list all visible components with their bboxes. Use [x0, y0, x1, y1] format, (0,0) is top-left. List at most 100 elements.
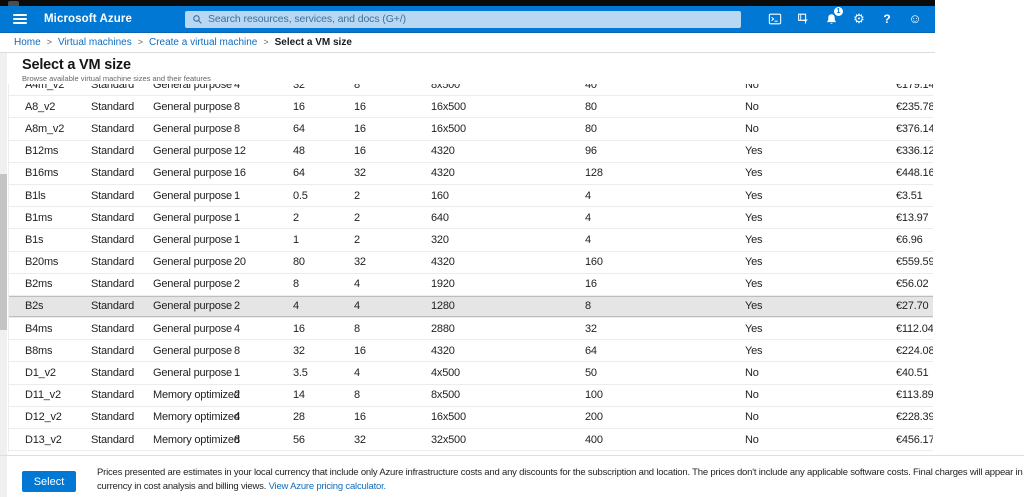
temp-storage-cell: 50	[585, 367, 597, 379]
premium-disk-cell: Yes	[745, 278, 762, 290]
family-cell: General purpose	[153, 300, 232, 312]
directory-filter-icon[interactable]	[796, 11, 810, 27]
breadcrumb-item-virtual-machines[interactable]: Virtual machines	[58, 37, 132, 48]
brand-title[interactable]: Microsoft Azure	[44, 12, 132, 26]
family-cell: General purpose	[153, 101, 232, 113]
table-row[interactable]: D13_v2StandardMemory optimized8563232x50…	[9, 429, 933, 451]
family-cell: General purpose	[153, 84, 232, 91]
cloud-shell-icon[interactable]	[768, 11, 782, 27]
data-disks-cell: 16	[354, 145, 366, 157]
temp-storage-cell: 8	[585, 300, 591, 312]
left-scrollbar-track[interactable]	[0, 53, 7, 497]
data-disks-cell: 8	[354, 84, 360, 91]
feedback-smiley-icon[interactable]: ☺	[908, 11, 922, 27]
max-iops-cell: 160	[431, 190, 449, 202]
cost-cell: €179.14	[896, 84, 933, 91]
family-cell: General purpose	[153, 367, 232, 379]
select-button[interactable]: Select	[22, 471, 76, 492]
vcpus-cell: 2	[234, 278, 240, 290]
pricing-calculator-link[interactable]: View Azure pricing calculator.	[269, 481, 386, 492]
max-iops-cell: 16x500	[431, 123, 466, 135]
offering-cell: Standard	[91, 300, 134, 312]
vm-size-cell: D1_v2	[25, 367, 56, 379]
breadcrumb-separator-icon: >	[47, 37, 52, 47]
disclaimer-line1: Prices presented are estimates in your l…	[97, 466, 1024, 480]
max-iops-cell: 8x500	[431, 84, 460, 91]
data-disks-cell: 16	[354, 101, 366, 113]
family-cell: General purpose	[153, 323, 232, 335]
offering-cell: Standard	[91, 411, 134, 423]
table-row[interactable]: A8m_v2StandardGeneral purpose8641616x500…	[9, 118, 933, 140]
table-row[interactable]: D1_v2StandardGeneral purpose13.544x50050…	[9, 362, 933, 384]
cost-cell: €456.17	[896, 434, 933, 446]
family-cell: General purpose	[153, 212, 232, 224]
table-row[interactable]: D12_v2StandardMemory optimized4281616x50…	[9, 407, 933, 429]
max-iops-cell: 1920	[431, 278, 455, 290]
family-cell: Memory optimized	[153, 434, 240, 446]
settings-gear-icon[interactable]: ⚙	[852, 11, 866, 27]
offering-cell: Standard	[91, 278, 134, 290]
help-icon[interactable]: ?	[880, 11, 894, 27]
temp-storage-cell: 32	[585, 323, 597, 335]
table-row[interactable]: B1sStandardGeneral purpose1123204Yes€6.9…	[9, 229, 933, 251]
data-disks-cell: 32	[354, 434, 366, 446]
family-cell: General purpose	[153, 167, 232, 179]
table-row[interactable]: B12msStandardGeneral purpose124816432096…	[9, 141, 933, 163]
premium-disk-cell: No	[745, 389, 759, 401]
ram-cell: 4	[293, 300, 299, 312]
vcpus-cell: 4	[234, 411, 240, 423]
premium-disk-cell: Yes	[745, 167, 762, 179]
vm-size-table: A4m_v2StandardGeneral purpose43288x50040…	[8, 84, 933, 452]
notifications-bell-icon[interactable]: 1	[824, 11, 838, 27]
max-iops-cell: 4320	[431, 145, 455, 157]
ram-cell: 32	[293, 345, 305, 357]
vcpus-cell: 8	[234, 101, 240, 113]
table-row[interactable]: B8msStandardGeneral purpose83216432064Ye…	[9, 340, 933, 362]
cost-cell: €376.14	[896, 123, 933, 135]
ram-cell: 64	[293, 123, 305, 135]
data-disks-cell: 16	[354, 411, 366, 423]
hamburger-menu-icon[interactable]	[13, 14, 27, 24]
vm-size-cell: A8m_v2	[25, 123, 64, 135]
premium-disk-cell: Yes	[745, 300, 762, 312]
global-search-input[interactable]: Search resources, services, and docs (G+…	[185, 11, 741, 28]
premium-disk-cell: No	[745, 411, 759, 423]
left-scrollbar-thumb[interactable]	[0, 174, 7, 330]
vm-size-cell: A4m_v2	[25, 84, 64, 91]
vcpus-cell: 8	[234, 434, 240, 446]
table-row[interactable]: B2sStandardGeneral purpose24412808Yes€27…	[9, 296, 933, 318]
page-title: Select a VM size	[22, 57, 131, 73]
table-row[interactable]: D11_v2StandardMemory optimized21488x5001…	[9, 385, 933, 407]
table-row[interactable]: B1msStandardGeneral purpose1226404Yes€13…	[9, 207, 933, 229]
vcpus-cell: 1	[234, 190, 240, 202]
table-row[interactable]: B2msStandardGeneral purpose284192016Yes€…	[9, 274, 933, 296]
premium-disk-cell: No	[745, 84, 759, 91]
cost-cell: €56.02	[896, 278, 928, 290]
ram-cell: 3.5	[293, 367, 308, 379]
family-cell: Memory optimized	[153, 389, 240, 401]
search-icon	[192, 14, 203, 25]
breadcrumb-item-home[interactable]: Home	[14, 37, 41, 48]
table-row[interactable]: B16msStandardGeneral purpose166432432012…	[9, 163, 933, 185]
temp-storage-cell: 100	[585, 389, 603, 401]
temp-storage-cell: 4	[585, 190, 591, 202]
temp-storage-cell: 80	[585, 101, 597, 113]
table-row[interactable]: A4m_v2StandardGeneral purpose43288x50040…	[9, 84, 933, 96]
table-row[interactable]: B4msStandardGeneral purpose4168288032Yes…	[9, 318, 933, 340]
premium-disk-cell: No	[745, 367, 759, 379]
ram-cell: 28	[293, 411, 305, 423]
vm-size-cell: B2ms	[25, 278, 52, 290]
table-row[interactable]: A8_v2StandardGeneral purpose8161616x5008…	[9, 96, 933, 118]
ram-cell: 32	[293, 84, 305, 91]
breadcrumb-separator-icon: >	[138, 37, 143, 47]
temp-storage-cell: 400	[585, 434, 603, 446]
cost-cell: €27.70	[896, 300, 928, 312]
vm-size-cell: D13_v2	[25, 434, 62, 446]
breadcrumb-item-create-a-virtual-machine[interactable]: Create a virtual machine	[149, 37, 257, 48]
cost-cell: €112.04	[896, 323, 933, 335]
offering-cell: Standard	[91, 167, 134, 179]
table-row[interactable]: B1lsStandardGeneral purpose10.521604Yes€…	[9, 185, 933, 207]
table-row[interactable]: B20msStandardGeneral purpose208032432016…	[9, 252, 933, 274]
vcpus-cell: 4	[234, 84, 240, 91]
vcpus-cell: 1	[234, 234, 240, 246]
